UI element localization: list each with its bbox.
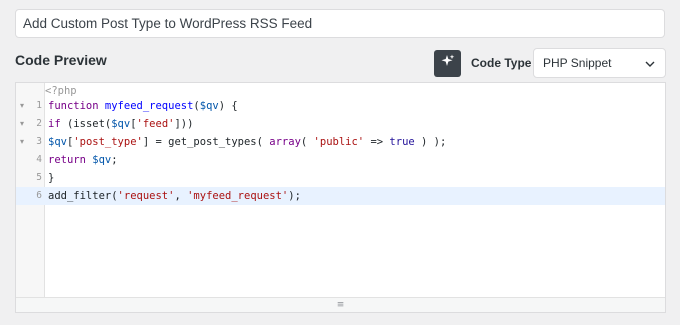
code-text: function myfeed_request($qv) { [48,100,238,112]
code-line[interactable]: 5 } [16,169,665,187]
line-number: 4 [36,154,42,165]
snippet-title-input[interactable] [15,9,665,38]
line-number: 3 [36,136,42,147]
code-text: return $qv; [48,154,118,166]
line-number: 5 [36,172,42,183]
line-number: 2 [36,118,42,129]
code-line[interactable]: 4 return $qv; [16,151,665,169]
code-text: $qv['post_type'] = get_post_types( array… [48,136,447,148]
code-line[interactable]: ▾ 1 function myfeed_request($qv) { [16,97,665,115]
code-line-active[interactable]: 6 add_filter('request', 'myfeed_request'… [16,187,665,205]
line-number: 6 [36,190,42,201]
code-type-value: PHP Snippet [543,56,612,70]
php-open-tag: <?php [45,85,77,97]
fold-arrow-icon[interactable]: ▾ [18,115,26,133]
drag-handle-icon: ≡ [336,300,345,310]
code-text: if (isset($qv['feed'])) [48,118,194,130]
code-preview-heading: Code Preview [15,52,107,68]
code-text: } [48,172,55,184]
code-type-select[interactable]: PHP Snippet [533,48,666,78]
editor-resize-handle[interactable]: ≡ [16,297,665,312]
code-editor[interactable]: <?php ▾ 1 function myfeed_request($qv) {… [15,82,666,313]
code-text: add_filter('request', 'myfeed_request'); [48,190,301,202]
line-number: 1 [36,100,42,111]
sparkle-icon [441,54,455,73]
code-type-label: Code Type [471,56,532,70]
ai-generate-button[interactable] [434,50,461,77]
fold-arrow-icon[interactable]: ▾ [18,133,26,151]
chevron-down-icon [645,56,655,70]
code-line[interactable]: ▾ 3 $qv['post_type'] = get_post_types( a… [16,133,665,151]
fold-arrow-icon[interactable]: ▾ [18,97,26,115]
code-line[interactable]: ▾ 2 if (isset($qv['feed'])) [16,115,665,133]
